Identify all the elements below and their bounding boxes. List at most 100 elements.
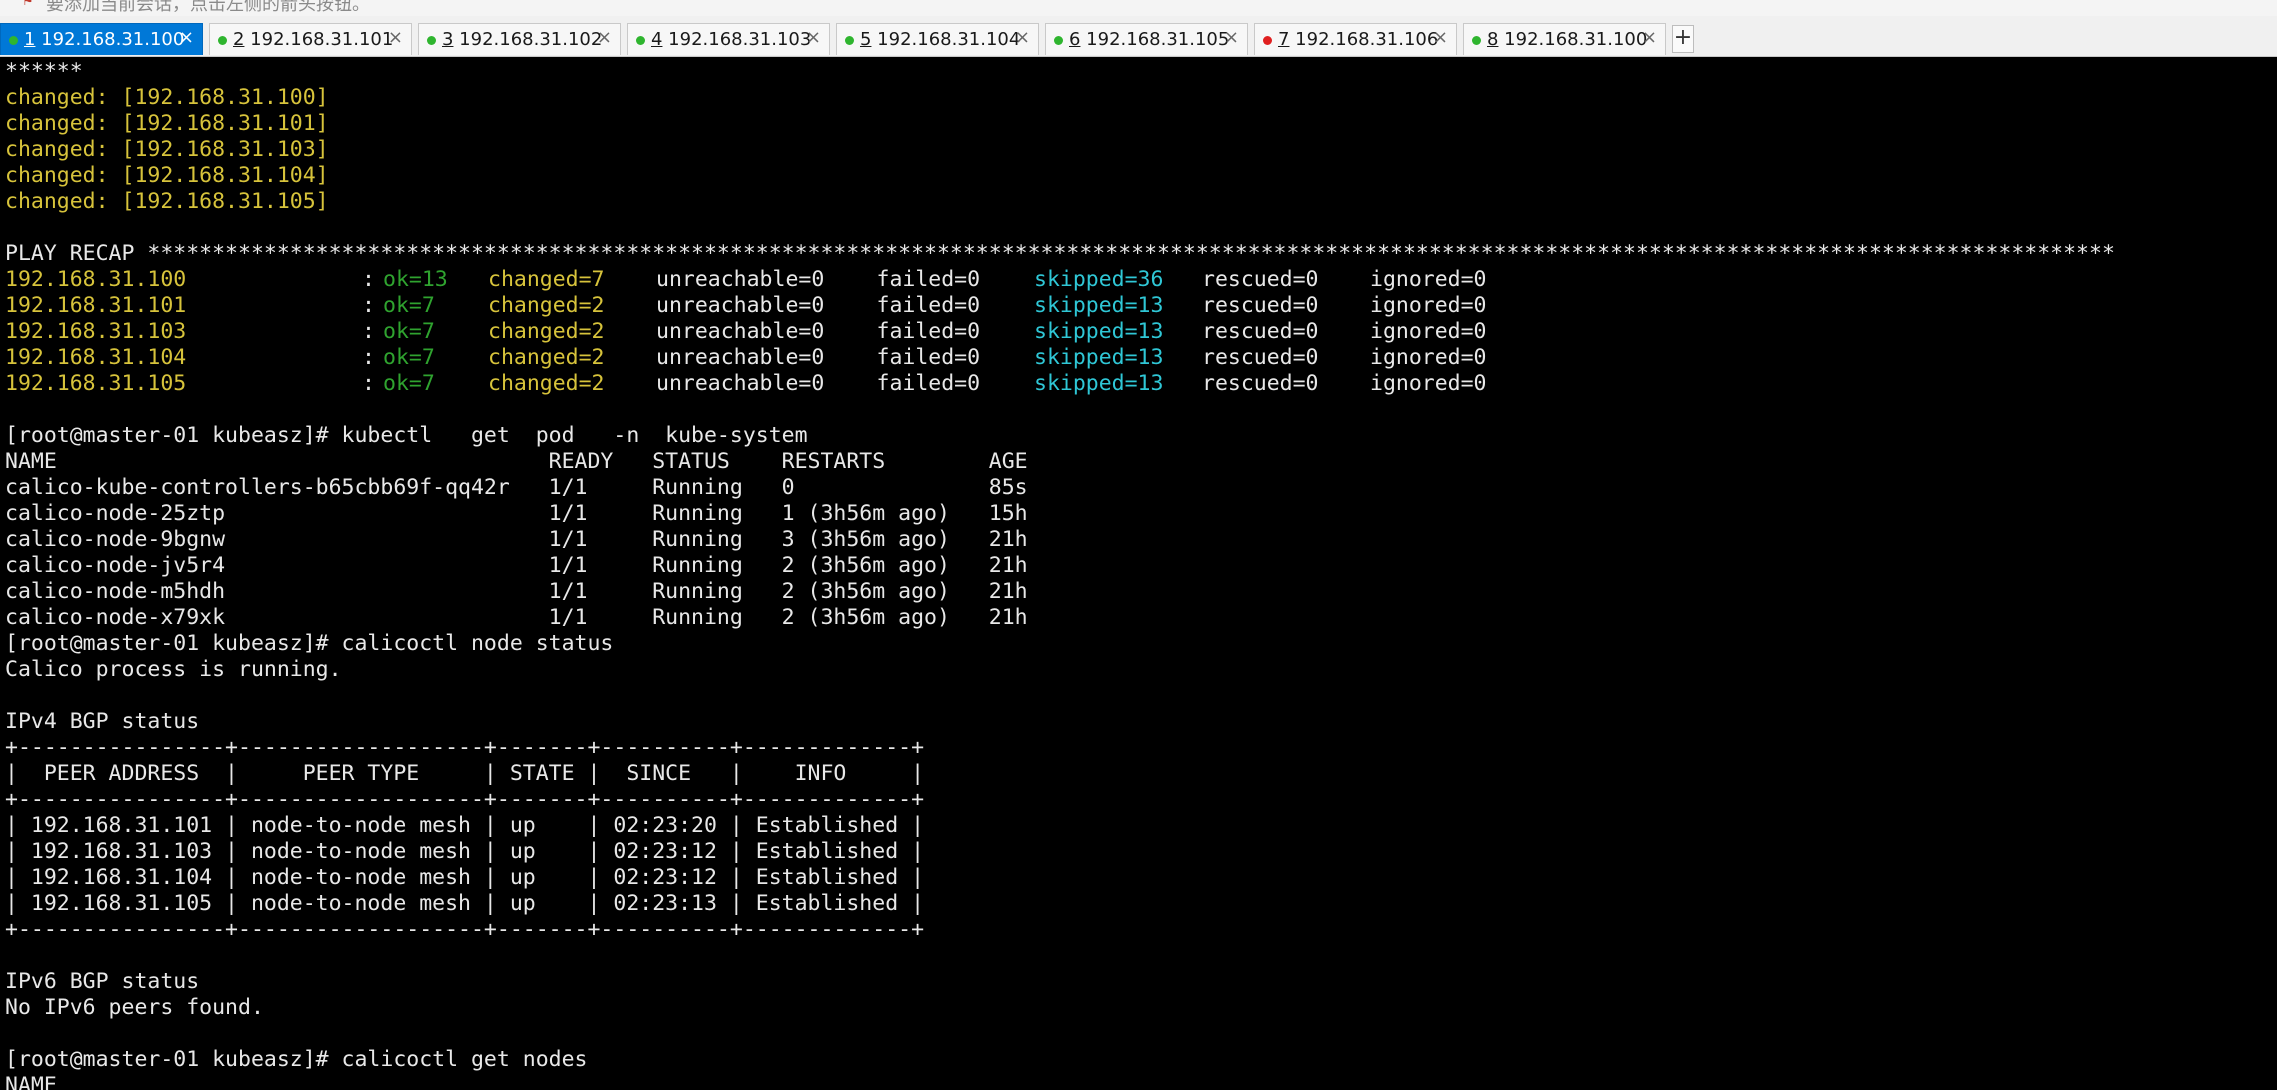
terminal-line: changed: [192.168.31.104] — [5, 163, 329, 189]
terminal-line: calico-node-x79xk 1/1 Running 2 (3h56m a… — [5, 605, 1028, 631]
close-icon[interactable]: × — [597, 27, 612, 48]
connection-status-icon — [1054, 36, 1063, 45]
connection-status-icon — [427, 36, 436, 45]
terminal-text: rescued=0 — [1202, 293, 1319, 318]
terminal-text: ok=13 — [383, 267, 448, 292]
connection-status-icon — [1263, 36, 1272, 45]
close-icon[interactable]: × — [1433, 27, 1448, 48]
session-tab-label: 8 192.168.31.100 — [1487, 29, 1647, 50]
session-tab-6[interactable]: 6 192.168.31.105 × — [1045, 23, 1248, 55]
terminal-text: calico-node-jv5r4 1/1 Running 2 (3h56m a… — [5, 553, 1028, 578]
session-tab-8[interactable]: 8 192.168.31.100 × — [1463, 23, 1666, 55]
terminal-line: calico-kube-controllers-b65cbb69f-qq42r … — [5, 475, 1028, 501]
terminal-text: changed: [192.168.31.100] — [5, 85, 329, 110]
close-icon[interactable]: × — [1015, 27, 1030, 48]
session-tab-5[interactable]: 5 192.168.31.104 × — [836, 23, 1039, 55]
session-tab-number: 2 — [233, 29, 245, 50]
terminal-text: failed=0 — [876, 319, 981, 344]
session-tab-label: 1 192.168.31.100 — [24, 29, 184, 50]
close-icon[interactable]: × — [179, 27, 194, 48]
terminal-text: failed=0 — [876, 345, 981, 370]
session-tab-1[interactable]: 1 192.168.31.100 × — [0, 23, 203, 55]
terminal-text: ignored=0 — [1370, 345, 1487, 370]
terminal-text: | PEER ADDRESS | PEER TYPE | STATE | SIN… — [5, 761, 925, 786]
terminal-line: changed: [192.168.31.103] — [5, 137, 329, 163]
terminal-line: calico-node-9bgnw 1/1 Running 3 (3h56m a… — [5, 527, 1028, 553]
terminal-text: rescued=0 — [1202, 319, 1319, 344]
connection-status-icon — [1472, 36, 1481, 45]
session-tab-host: 192.168.31.106 — [1289, 29, 1439, 50]
new-tab-button[interactable]: + — [1672, 25, 1694, 53]
terminal-text: PLAY RECAP *****************************… — [5, 241, 2115, 266]
session-tab-number: 1 — [24, 29, 36, 50]
terminal-text: calico-node-9bgnw 1/1 Running 3 (3h56m a… — [5, 527, 1028, 552]
terminal-text: calico-kube-controllers-b65cbb69f-qq42r … — [5, 475, 1028, 500]
connection-status-icon — [636, 36, 645, 45]
terminal-text: changed=2 — [488, 371, 605, 396]
terminal-text: | 192.168.31.103 | node-to-node mesh | u… — [5, 839, 925, 864]
session-tab-label: 7 192.168.31.106 — [1278, 29, 1438, 50]
session-tab-number: 5 — [860, 29, 872, 50]
terminal-text: skipped=36 — [1034, 267, 1164, 292]
terminal-text: failed=0 — [876, 371, 981, 396]
terminal-line: No IPv6 peers found. — [5, 995, 264, 1021]
close-icon[interactable]: × — [1642, 27, 1657, 48]
terminal-output[interactable]: ****** changed: [192.168.31.100] changed: … — [0, 58, 2277, 1090]
terminal-line: PLAY RECAP *****************************… — [5, 241, 2115, 267]
close-icon[interactable]: × — [806, 27, 821, 48]
terminal-text: changed: [192.168.31.101] — [5, 111, 329, 136]
arrow-icon[interactable]: ⚑ — [22, 0, 36, 9]
terminal-text: +----------------+-------------------+--… — [5, 735, 925, 760]
terminal-text: 192.168.31.104 — [5, 345, 187, 370]
connection-status-icon — [218, 36, 227, 45]
session-tab-host: 192.168.31.105 — [1080, 29, 1230, 50]
terminal-text: | 192.168.31.101 | node-to-node mesh | u… — [5, 813, 925, 838]
terminal-text: Calico process is running. — [5, 657, 342, 682]
session-tab-host: 192.168.31.101 — [244, 29, 394, 50]
terminal-text: skipped=13 — [1034, 293, 1164, 318]
terminal-text: changed=2 — [488, 319, 605, 344]
terminal-text: +----------------+-------------------+--… — [5, 917, 925, 942]
session-tab-host: 192.168.31.103 — [662, 29, 812, 50]
session-tab-number: 8 — [1487, 29, 1499, 50]
terminal-text: NAME — [5, 1073, 57, 1090]
terminal-text: rescued=0 — [1202, 267, 1319, 292]
terminal-line: +----------------+-------------------+--… — [5, 735, 924, 761]
terminal-text: calico-node-x79xk 1/1 Running 2 (3h56m a… — [5, 605, 1028, 630]
terminal-text: skipped=13 — [1034, 345, 1164, 370]
session-tab-2[interactable]: 2 192.168.31.101 × — [209, 23, 412, 55]
session-tab-bar: 1 192.168.31.100 × 2 192.168.31.101 × 3 192.… — [0, 16, 2277, 57]
terminal-line: Calico process is running. — [5, 657, 342, 683]
terminal-line: NAME READY STATUS RESTARTS AGE — [5, 449, 1028, 475]
close-icon[interactable]: × — [1224, 27, 1239, 48]
terminal-text: skipped=13 — [1034, 319, 1164, 344]
terminal-text: rescued=0 — [1202, 371, 1319, 396]
terminal-text: ok=7 — [383, 345, 435, 370]
terminal-text: rescued=0 — [1202, 345, 1319, 370]
session-tab-7[interactable]: 7 192.168.31.106 × — [1254, 23, 1457, 55]
terminal-text: NAME READY STATUS RESTARTS AGE — [5, 449, 1028, 474]
connection-status-icon — [9, 36, 18, 45]
terminal-text: ok=7 — [383, 293, 435, 318]
session-tab-3[interactable]: 3 192.168.31.102 × — [418, 23, 621, 55]
terminal-line: +----------------+-------------------+--… — [5, 787, 924, 813]
terminal-text: unreachable=0 — [656, 293, 825, 318]
session-tab-number: 7 — [1278, 29, 1290, 50]
connection-status-icon — [845, 36, 854, 45]
terminal-text: changed: [192.168.31.103] — [5, 137, 329, 162]
terminal-text: IPv4 BGP status — [5, 709, 200, 734]
terminal-line: IPv4 BGP status — [5, 709, 199, 735]
close-icon[interactable]: × — [388, 27, 403, 48]
session-tab-4[interactable]: 4 192.168.31.103 × — [627, 23, 830, 55]
terminal-text: | 192.168.31.105 | node-to-node mesh | u… — [5, 891, 925, 916]
terminal-text: unreachable=0 — [656, 371, 825, 396]
terminal-line: | PEER ADDRESS | PEER TYPE | STATE | SIN… — [5, 761, 924, 787]
terminal-text: ok=7 — [383, 371, 435, 396]
session-hint-text: 要添加当前会话，点击左侧的箭头按钮。 — [46, 0, 370, 15]
terminal-text: changed: [192.168.31.104] — [5, 163, 329, 188]
terminal-text: failed=0 — [876, 293, 981, 318]
terminal-line: [root@master-01 kubeasz]# calicoctl node… — [5, 631, 613, 657]
terminal-line: [root@master-01 kubeasz]# kubectl get po… — [5, 423, 808, 449]
terminal-text: skipped=13 — [1034, 371, 1164, 396]
terminal-text: 192.168.31.105 — [5, 371, 187, 396]
